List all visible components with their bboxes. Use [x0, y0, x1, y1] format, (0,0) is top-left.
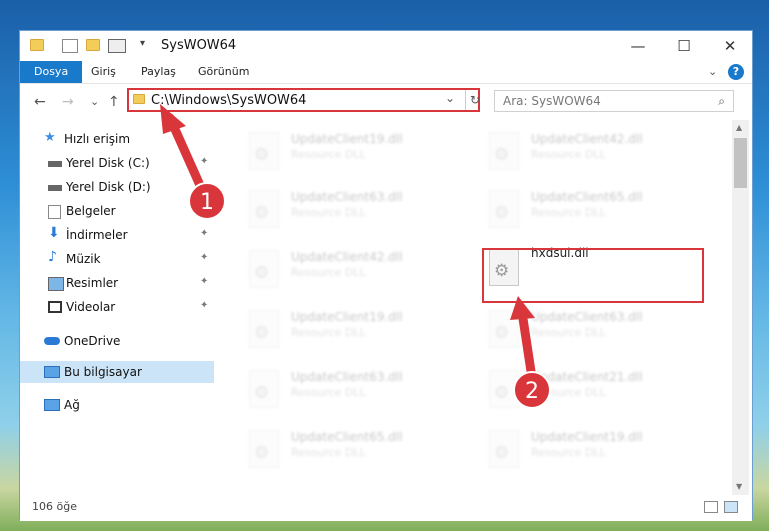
arrow-2: [510, 296, 537, 383]
arrow-1: [160, 104, 208, 197]
annotation-layer: [160, 104, 537, 383]
step-badge-1: 1: [188, 182, 226, 220]
step-badge-2: 2: [513, 371, 551, 409]
